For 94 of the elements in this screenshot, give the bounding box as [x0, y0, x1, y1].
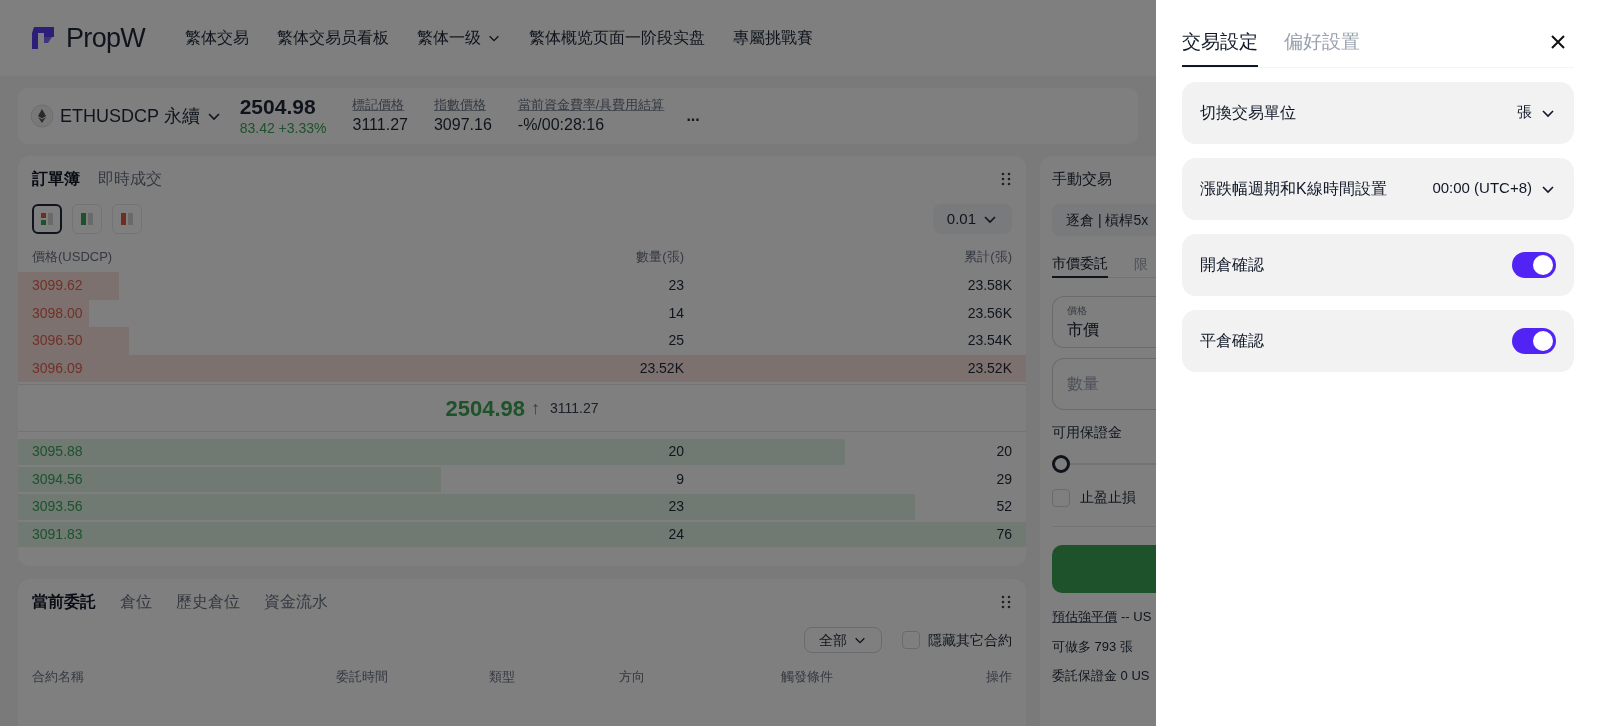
available-margin-label: 可用保證金 [1052, 423, 1123, 442]
dim-overlay[interactable] [0, 0, 1156, 726]
price-cell-text: 3094.56 [32, 469, 84, 489]
column-header: 方向 [618, 668, 646, 686]
column-header: 操作 [985, 668, 1012, 686]
setting-switch[interactable] [1512, 251, 1556, 278]
price-field-label: 價格 [1067, 303, 1088, 318]
panel-tab[interactable]: 訂單簿 [32, 167, 80, 191]
setting-switch[interactable] [1512, 327, 1556, 354]
setting-label: 漲跌幅週期和K線時間設置 [1200, 178, 1388, 199]
nav-link[interactable]: 繁体交易 [185, 26, 250, 50]
precision-select[interactable]: 0.01 [932, 204, 1012, 234]
amount-cell-text: 25 [667, 331, 685, 351]
nav-link[interactable]: 專屬挑戰賽 [733, 26, 814, 50]
amount-cell-text: 23 [667, 276, 685, 296]
price-cell-text: 3091.83 [32, 524, 84, 544]
setting-label: 切換交易單位 [1200, 102, 1297, 123]
stat-value: 3111.27 [352, 115, 408, 136]
panel-tab[interactable]: 歷史倉位 [176, 590, 240, 614]
filter-select[interactable]: 全部 [804, 627, 882, 653]
amount-cell-text: 9 [675, 469, 685, 489]
price-cell-text: 3096.50 [32, 331, 84, 351]
price-change: 83.42 +3.33% [239, 120, 327, 138]
panel-title: 手動交易 [1052, 169, 1113, 189]
amount-cell-text: 24 [667, 524, 685, 544]
total-cell-text: 23.54K [966, 331, 1012, 351]
liquidation-price-label: 預估強平價 [1052, 608, 1117, 626]
column-header: 累計(張) [963, 248, 1012, 267]
amount-cell-text: 23 [667, 497, 685, 517]
symbol-selector[interactable]: ETHUSDCP 永續 [30, 102, 222, 130]
drawer-tab[interactable]: 偏好設置 [1284, 28, 1360, 65]
price-cell-text: 3099.62 [32, 276, 84, 296]
price-cell-text: 3095.88 [32, 442, 84, 462]
column-header: 觸發條件 [780, 668, 834, 686]
order-book-asks-icon [119, 211, 135, 227]
nav-link[interactable]: 繁体一级 [417, 26, 502, 50]
order-book-bids-icon [79, 211, 95, 227]
total-cell-text: 23.56K [966, 303, 1012, 323]
amount-cell-text: 20 [667, 442, 685, 462]
leverage-slider[interactable] [1052, 455, 1156, 473]
setting-label: 平倉確認 [1200, 330, 1265, 351]
total-cell-text: 20 [995, 442, 1012, 462]
setting-select[interactable]: 00:00 (UTC+8) [1432, 177, 1556, 200]
price-cell-text: 3098.00 [32, 303, 84, 323]
total-cell-text: 23.52K [966, 358, 1012, 378]
column-header: 委託時間 [335, 668, 389, 686]
order-type-tab[interactable]: 市價委託 [1052, 250, 1108, 278]
ethereum-icon [30, 104, 54, 128]
amount-cell-text: 23.52K [638, 358, 685, 378]
close-button[interactable] [1550, 34, 1566, 50]
last-price: 2504.98 [239, 94, 317, 121]
price-field-value: 市價 [1067, 319, 1100, 340]
column-header: 數量(張) [635, 248, 685, 267]
hide-others-label: 隱藏其它合約 [928, 630, 1012, 650]
price-cell-text: 3096.09 [32, 358, 84, 378]
stat-label: 當前資金費率/具費用結算 [517, 96, 665, 114]
column-header: 價格(USDCP) [32, 248, 114, 267]
drag-handle-icon[interactable] [1000, 594, 1012, 610]
setting-select[interactable]: 張 [1517, 101, 1556, 124]
panel-tab[interactable]: 倉位 [120, 590, 152, 614]
total-cell-text: 52 [995, 497, 1012, 517]
max-long-text: 可做多 793 張 [1052, 637, 1134, 656]
view-mode-button[interactable] [32, 204, 62, 234]
stat-value: -%/00:28:16 [517, 115, 606, 136]
stat-value: 3097.16 [433, 115, 492, 136]
panel-tab[interactable]: 資金流水 [264, 590, 328, 614]
stat-label: 標記價格 [352, 96, 406, 114]
up-arrow-icon: ↑ [531, 394, 540, 422]
price-cell-text: 3093.56 [32, 497, 84, 517]
setting-label: 開倉確認 [1200, 254, 1265, 275]
order-book-both-icon [39, 211, 55, 227]
more-button[interactable]: ... [686, 104, 700, 128]
nav-link[interactable]: 繁体交易员看板 [277, 26, 390, 50]
nav-link[interactable]: 繁体概览页面一阶段实盘 [529, 26, 706, 50]
total-cell-text: 23.58K [966, 276, 1012, 296]
column-header: 類型 [488, 668, 516, 686]
liquidation-price-value: -- US [1121, 608, 1152, 626]
slider-thumb[interactable] [1052, 455, 1070, 473]
mid-price: 2504.98 [445, 394, 525, 423]
panel-tab[interactable]: 即時成交 [98, 167, 162, 191]
close-icon [1550, 34, 1566, 50]
column-header: 合約名稱 [32, 668, 85, 686]
logo-text: PropW [66, 21, 146, 55]
drag-handle-icon[interactable] [1000, 171, 1012, 187]
tpsl-label: 止盈止損 [1080, 488, 1136, 507]
amount-cell-text: 14 [667, 303, 685, 323]
margin-mode-selector[interactable]: 逐倉 | 槓桿5x [1052, 204, 1156, 236]
stat-label: 指數價格 [433, 96, 487, 114]
mark-price: 3111.27 [550, 398, 599, 418]
total-cell-text: 29 [995, 469, 1012, 489]
panel-tab[interactable]: 當前委託 [32, 590, 96, 614]
drawer-tab[interactable]: 交易設定 [1182, 28, 1258, 67]
total-cell-text: 76 [995, 524, 1012, 544]
order-margin-text: 委託保證金 0 US [1052, 667, 1151, 685]
